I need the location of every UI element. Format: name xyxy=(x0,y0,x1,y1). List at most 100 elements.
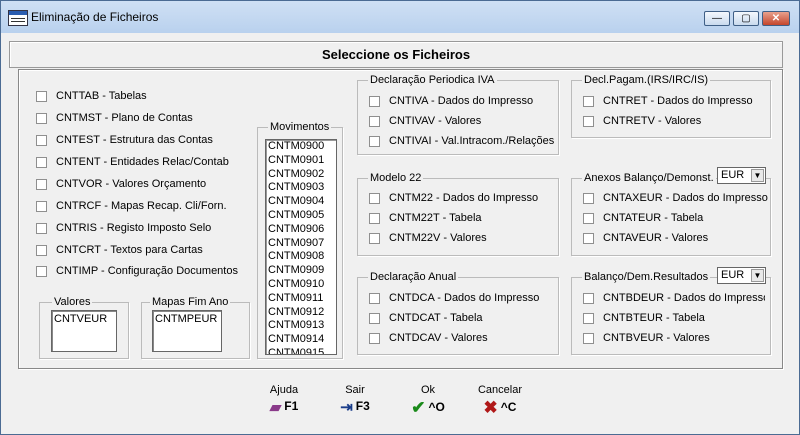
check-label: CNTAXEUR - Dados do Impresso xyxy=(603,192,768,204)
valores-listbox[interactable]: CNTVEUR xyxy=(51,310,117,352)
valores-group-title: Valores xyxy=(52,296,93,308)
anexos-currency-value: EUR xyxy=(721,169,745,181)
chevron-down-icon[interactable]: ▼ xyxy=(751,169,764,182)
check-label: CNTRETV - Valores xyxy=(603,115,702,127)
checkbox[interactable] xyxy=(583,193,594,204)
list-item[interactable]: CNTM0915 xyxy=(266,347,336,354)
checkbox[interactable] xyxy=(369,313,380,324)
checkbox[interactable] xyxy=(369,213,380,224)
checkbox[interactable] xyxy=(369,96,380,107)
check-label: CNTM22V - Valores xyxy=(389,232,487,244)
minimize-button[interactable]: — xyxy=(704,11,730,26)
cancel-button[interactable]: Cancelar ✖ ^C xyxy=(470,384,530,418)
check-label: CNTM22 - Dados do Impresso xyxy=(389,192,539,204)
check-label: CNTCRT - Textos para Cartas xyxy=(56,244,203,256)
pagam-group: Decl.Pagam.(IRS/IRC/IS) xyxy=(571,74,771,138)
list-item[interactable]: CNTM0913 xyxy=(266,319,336,333)
checkbox[interactable] xyxy=(36,113,47,124)
balanco-currency-value: EUR xyxy=(721,269,745,281)
check-label: CNTAVEUR - Valores xyxy=(603,232,709,244)
check-label: CNTATEUR - Tabela xyxy=(603,212,704,224)
checkbox[interactable] xyxy=(583,313,594,324)
checkbox[interactable] xyxy=(583,213,594,224)
checkbox[interactable] xyxy=(369,116,380,127)
balanco-group-title: Balanço/Dem.Resultados xyxy=(582,271,711,283)
exit-button[interactable]: Sair ⇥ F3 xyxy=(325,384,385,416)
checkbox[interactable] xyxy=(36,245,47,256)
help-label: Ajuda xyxy=(269,384,299,396)
check-label: CNTRIS - Registo Imposto Selo xyxy=(56,222,212,234)
main-window: Eliminação de Ficheiros — ▢ ✕ Seleccione… xyxy=(0,0,800,435)
title-bar[interactable]: Eliminação de Ficheiros — ▢ ✕ xyxy=(1,1,799,33)
list-item[interactable]: CNTM0904 xyxy=(266,195,336,209)
ok-button[interactable]: Ok ✔ ^O xyxy=(398,384,458,418)
check-label: CNTIVA - Dados do Impresso xyxy=(389,95,534,107)
checkbox[interactable] xyxy=(369,293,380,304)
ok-label: Ok xyxy=(420,384,436,396)
exit-key: F3 xyxy=(355,399,370,414)
list-item[interactable]: CNTM0908 xyxy=(266,250,336,264)
mapas-group-title: Mapas Fim Ano xyxy=(150,296,231,308)
help-key: F1 xyxy=(284,399,299,414)
checkbox[interactable] xyxy=(36,135,47,146)
check-label: CNTRET - Dados do Impresso xyxy=(603,95,753,107)
list-item[interactable]: CNTM0906 xyxy=(266,223,336,237)
list-item[interactable]: CNTM0900 xyxy=(266,140,336,154)
window-title: Eliminação de Ficheiros xyxy=(31,10,159,24)
check-label: CNTENT - Entidades Relac/Contab xyxy=(56,156,229,168)
mapas-listbox[interactable]: CNTMPEUR xyxy=(152,310,222,352)
checkbox[interactable] xyxy=(583,333,594,344)
anexos-currency-select[interactable]: EUR ▼ xyxy=(717,167,766,184)
check-label: CNTMST - Plano de Contas xyxy=(56,112,193,124)
check-label: CNTRCF - Mapas Recap. Cli/Forn. xyxy=(56,200,227,212)
list-item[interactable]: CNTM0907 xyxy=(266,237,336,251)
check-label: CNTIMP - Configuração Documentos xyxy=(56,265,238,277)
list-item[interactable]: CNTM0909 xyxy=(266,264,336,278)
movimentos-listbox[interactable]: CNTM0900 CNTM0901 CNTM0902 CNTM0903 CNTM… xyxy=(265,139,337,355)
exit-label: Sair xyxy=(345,384,365,396)
check-label: CNTBDEUR - Dados do Impresso xyxy=(603,292,765,304)
chevron-down-icon[interactable]: ▼ xyxy=(751,269,764,282)
check-label: CNTDCA - Dados do Impresso xyxy=(389,292,540,304)
checkbox[interactable] xyxy=(583,293,594,304)
checkbox[interactable] xyxy=(583,116,594,127)
checkbox[interactable] xyxy=(36,157,47,168)
checkbox[interactable] xyxy=(369,136,380,147)
pagam-group-title: Decl.Pagam.(IRS/IRC/IS) xyxy=(582,74,711,86)
header-panel: Seleccione os Ficheiros xyxy=(9,41,783,68)
check-label: CNTBTEUR - Tabela xyxy=(603,312,705,324)
list-item[interactable]: CNTM0901 xyxy=(266,154,336,168)
cancel-label: Cancelar xyxy=(477,384,523,396)
list-item[interactable]: CNTM0903 xyxy=(266,181,336,195)
balanco-currency-select[interactable]: EUR ▼ xyxy=(717,267,766,284)
close-button[interactable]: ✕ xyxy=(762,11,790,26)
checkbox[interactable] xyxy=(36,91,47,102)
checkbox[interactable] xyxy=(369,193,380,204)
list-item[interactable]: CNTM0911 xyxy=(266,292,336,306)
list-item[interactable]: CNTM0914 xyxy=(266,333,336,347)
list-item[interactable]: CNTM0912 xyxy=(266,306,336,320)
check-label: CNTBVEUR - Valores xyxy=(603,332,710,344)
help-button[interactable]: Ajuda ▰ F1 xyxy=(254,384,314,416)
cancel-key: ^C xyxy=(500,400,517,415)
checkbox[interactable] xyxy=(36,179,47,190)
check-label: CNTM22T - Tabela xyxy=(389,212,482,224)
checkbox[interactable] xyxy=(36,266,47,277)
checkbox[interactable] xyxy=(583,233,594,244)
list-item[interactable]: CNTM0910 xyxy=(266,278,336,292)
anexos-group-title: Anexos Balanço/Demonst. xyxy=(582,172,716,184)
cancel-x-icon: ✖ xyxy=(483,398,498,417)
list-item[interactable]: CNTM0902 xyxy=(266,168,336,182)
check-cntbdeur[interactable]: CNTBDEUR - Dados do Impresso xyxy=(583,291,765,307)
check-label: CNTDCAV - Valores xyxy=(389,332,488,344)
page-title: Seleccione os Ficheiros xyxy=(321,47,471,62)
list-item[interactable]: CNTM0905 xyxy=(266,209,336,223)
checkbox[interactable] xyxy=(369,333,380,344)
checkbox[interactable] xyxy=(36,223,47,234)
checkmark-icon: ✔ xyxy=(411,398,426,417)
checkbox[interactable] xyxy=(369,233,380,244)
checkbox[interactable] xyxy=(36,201,47,212)
maximize-button[interactable]: ▢ xyxy=(733,11,759,26)
check-label: CNTIVAV - Valores xyxy=(389,115,482,127)
checkbox[interactable] xyxy=(583,96,594,107)
